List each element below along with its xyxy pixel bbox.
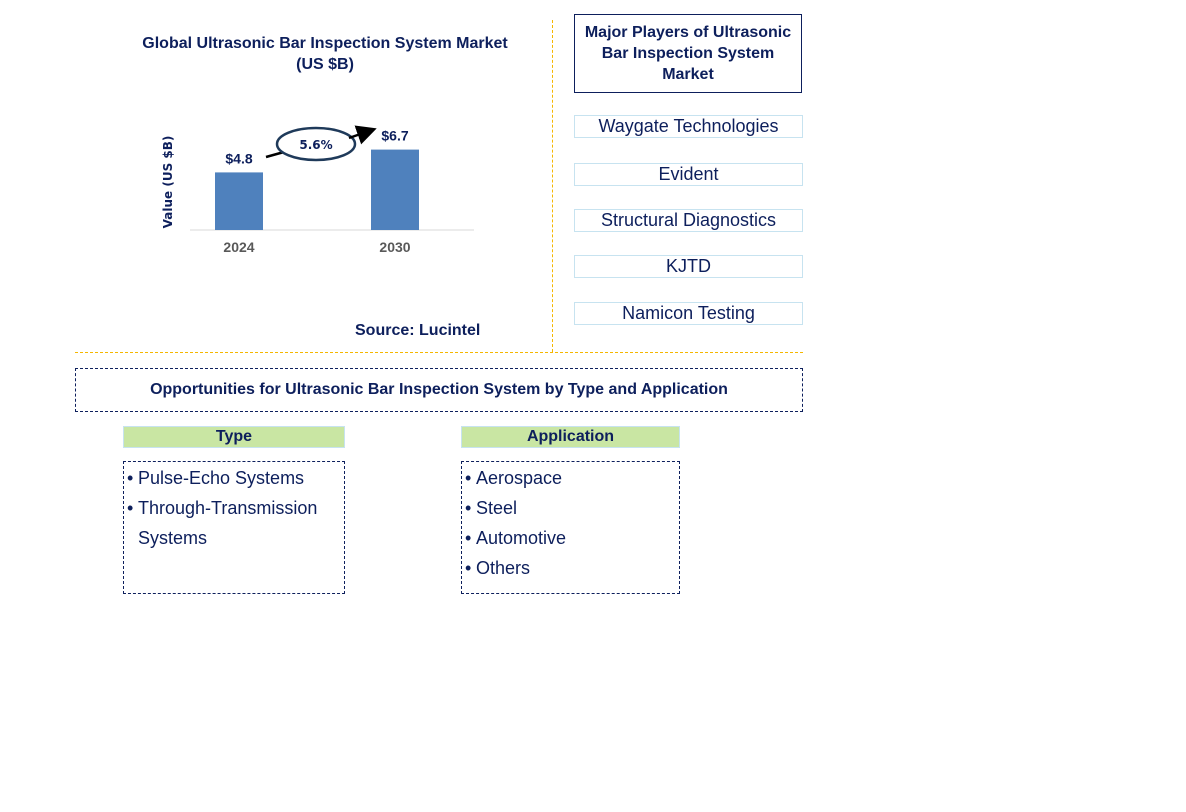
bullet-icon: • (465, 558, 472, 578)
chart-title-main: Global Ultrasonic Bar Inspection System … (142, 35, 508, 52)
application-item: • Others (465, 553, 679, 583)
source-label: Source: Lucintel (355, 322, 481, 339)
cagr-annotation: 5.6% (265, 125, 377, 162)
player-item: Waygate Technologies (574, 115, 803, 138)
type-header: Type (123, 426, 345, 448)
application-item: • Aerospace (465, 463, 679, 493)
application-item: • Automotive (465, 523, 679, 553)
bar-2024 (215, 172, 263, 230)
cagr-arrow-head-icon (348, 125, 377, 145)
bar-chart: Value (US $B) $4.8 2024 $6.7 2030 5.6% (161, 125, 474, 255)
type-list: • Pulse-Echo Systems • Through-Transmiss… (123, 461, 345, 594)
player-item: KJTD (574, 255, 803, 278)
opportunities-title: Opportunities for Ultrasonic Bar Inspect… (75, 368, 803, 412)
x-tick-label: 2030 (379, 239, 410, 255)
cagr-label: 5.6% (299, 138, 332, 152)
type-item: • Through-Transmission Systems (127, 493, 344, 553)
x-tick-label: 2024 (223, 239, 254, 255)
data-label: $6.7 (381, 128, 408, 144)
data-label: $4.8 (225, 150, 252, 166)
bullet-icon: • (465, 498, 472, 518)
bar-2030 (371, 149, 419, 230)
application-header: Application (461, 426, 680, 448)
bullet-icon: • (127, 498, 134, 518)
application-item: • Steel (465, 493, 679, 523)
application-list: • Aerospace • Steel • Automotive • Other… (461, 461, 680, 594)
bullet-icon: • (127, 468, 134, 488)
bullet-icon: • (465, 468, 472, 488)
bullet-icon: • (465, 528, 472, 548)
y-axis-label: Value (US $B) (161, 136, 175, 229)
vertical-divider (552, 20, 553, 352)
player-item: Namicon Testing (574, 302, 803, 325)
horizontal-divider (75, 352, 803, 353)
player-item: Structural Diagnostics (574, 209, 803, 232)
chart-title: Global Ultrasonic Bar Inspection System … (120, 33, 530, 75)
type-item: • Pulse-Echo Systems (127, 463, 344, 493)
major-players-title: Major Players of Ultrasonic Bar Inspecti… (574, 14, 802, 93)
chart-title-units: (US $B) (296, 56, 354, 73)
player-item: Evident (574, 163, 803, 186)
